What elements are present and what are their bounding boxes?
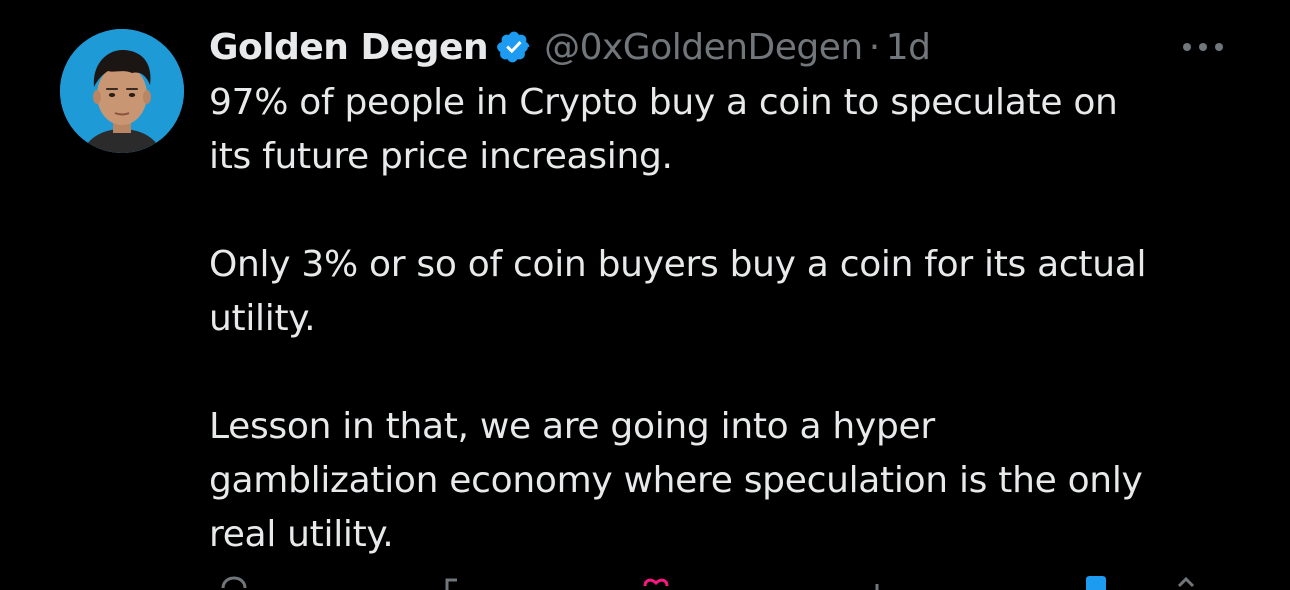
tweet-paragraph-2: Only 3% or so of coin buyers buy a coin …: [209, 244, 1147, 339]
user-handle[interactable]: @0xGoldenDegen: [544, 27, 863, 68]
bookmark-icon[interactable]: [1081, 574, 1111, 590]
tweet-text: 97% of people in Crypto buy a coin to sp…: [209, 76, 1269, 562]
tweet-paragraph-1: 97% of people in Crypto buy a coin to sp…: [209, 82, 1118, 177]
timestamp[interactable]: 1d: [886, 27, 931, 68]
repost-icon[interactable]: [441, 574, 471, 590]
views-icon[interactable]: [871, 574, 901, 590]
avatar-portrait: [60, 29, 184, 153]
tweet-card[interactable]: Golden Degen @0xGoldenDegen · 1d 97% of …: [0, 0, 1290, 590]
share-icon[interactable]: [1171, 574, 1201, 590]
tweet-header: Golden Degen @0xGoldenDegen · 1d: [209, 22, 931, 72]
separator-dot: ·: [868, 26, 880, 68]
tweet-actions: [209, 574, 1229, 590]
display-name[interactable]: Golden Degen: [209, 27, 489, 68]
reply-icon[interactable]: [219, 574, 249, 590]
more-options-icon[interactable]: [1178, 30, 1228, 64]
like-icon[interactable]: [641, 574, 671, 590]
tweet-paragraph-3: Lesson in that, we are going into a hype…: [209, 406, 1143, 555]
avatar[interactable]: [60, 29, 184, 153]
verified-badge-icon: [496, 29, 532, 65]
